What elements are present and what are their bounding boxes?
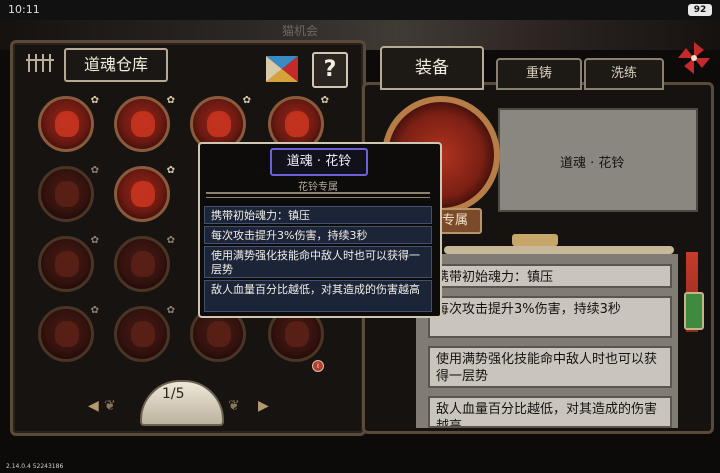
scene-title: 猫机会 xyxy=(282,24,319,38)
tooltip-divider xyxy=(206,192,430,198)
tab-equip[interactable]: 装备 xyxy=(380,46,484,90)
effect-line: 使用满势强化技能命中敌人时也可以获得一层势 xyxy=(428,346,672,388)
mask-icon xyxy=(55,251,79,277)
star-badge-icon: ✿ xyxy=(320,95,329,106)
version-label: 2.14.0.4 52243186 xyxy=(6,463,64,470)
prev-page-button[interactable]: ◀ xyxy=(88,398,99,414)
soul-slot[interactable]: ✿ xyxy=(38,305,99,362)
tooltip-subtitle: 花铃专属 xyxy=(298,182,338,193)
mask-icon xyxy=(131,251,155,277)
tooltip-effect: 每次攻击提升3%伤害，持续3秒 xyxy=(204,226,432,244)
star-badge-icon: ✿ xyxy=(90,305,99,316)
pinwheel-icon[interactable] xyxy=(676,40,712,76)
tooltip-effect: 携带初始魂力：镇压 xyxy=(204,206,432,224)
next-page-button[interactable]: ▶ xyxy=(258,398,269,414)
tab-recast[interactable]: 重铸 xyxy=(496,58,582,90)
storage-title: 道魂仓库 xyxy=(64,48,168,82)
star-badge-icon: ✿ xyxy=(166,235,175,246)
soul-slot[interactable]: ✿ xyxy=(38,235,99,292)
star-badge-icon: ✿ xyxy=(166,305,175,316)
mask-icon xyxy=(55,181,79,207)
mask-icon xyxy=(207,111,231,137)
info-dot-icon[interactable]: i xyxy=(312,360,324,372)
soul-slot[interactable]: ✿ xyxy=(114,305,175,362)
status-bar xyxy=(0,0,720,20)
soul-slot[interactable]: ✿ xyxy=(38,165,99,222)
ornament-icon: ❦ xyxy=(104,398,116,414)
tooltip-title: 道魂 · 花铃 xyxy=(270,148,368,176)
mask-icon xyxy=(131,111,155,137)
mask-icon xyxy=(207,321,231,347)
mask-icon xyxy=(55,111,79,137)
tab-refine[interactable]: 洗练 xyxy=(584,58,664,90)
battery-indicator: 92 xyxy=(688,4,712,16)
mask-icon xyxy=(55,321,79,347)
star-badge-icon: ✿ xyxy=(90,165,99,176)
scroll-rod xyxy=(444,246,674,254)
help-button[interactable]: ? xyxy=(312,52,348,88)
effect-line: 携带初始魂力：镇压 xyxy=(428,264,672,288)
item-name: 道魂 · 花铃 xyxy=(560,156,625,171)
soul-slot[interactable]: ✿ xyxy=(114,235,175,292)
page-indicator: 1/5 xyxy=(162,386,185,402)
star-badge-icon: ✿ xyxy=(90,95,99,106)
effect-line: 每次攻击提升3%伤害，持续3秒 xyxy=(428,296,672,338)
tooltip-effect: 敌人血量百分比越低，对其造成的伤害越高 xyxy=(204,280,432,312)
status-time: 10:11 xyxy=(8,3,40,16)
soul-slot[interactable]: ✿ xyxy=(38,95,99,152)
star-badge-icon: ✿ xyxy=(242,95,251,106)
puzzle-icon[interactable] xyxy=(264,54,300,84)
tooltip-effect: 使用满势强化技能命中敌人时也可以获得一层势 xyxy=(204,246,432,278)
mask-icon xyxy=(131,181,155,207)
mask-icon xyxy=(285,111,309,137)
star-badge-icon: ✿ xyxy=(166,165,175,176)
tassel-icon xyxy=(24,52,58,76)
star-badge-icon: ✿ xyxy=(166,95,175,106)
ornament-icon: ❦ xyxy=(228,398,240,414)
effect-line: 敌人血量百分比越低，对其造成的伤害越高 xyxy=(428,396,672,428)
star-badge-icon: ✿ xyxy=(90,235,99,246)
scroll-knob xyxy=(512,234,558,246)
jade-charm-icon xyxy=(684,292,704,330)
soul-slot[interactable]: ✿ xyxy=(114,95,175,152)
mask-icon xyxy=(131,321,155,347)
mask-icon xyxy=(285,321,309,347)
soul-slot[interactable]: ✿ xyxy=(114,165,175,222)
